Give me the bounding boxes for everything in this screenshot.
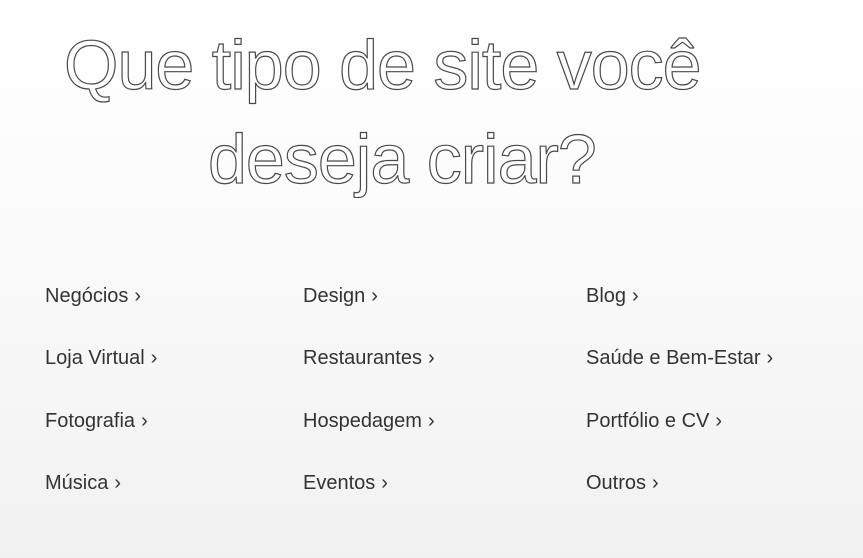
chevron-right-icon: › [766, 347, 774, 369]
category-label: Saúde e Bem-Estar [586, 347, 761, 369]
chevron-right-icon: › [632, 285, 639, 307]
category-link-outros[interactable]: Outros › [586, 472, 659, 495]
category-link-saude-e-bem-estar[interactable]: Saúde e Bem-Estar › [586, 347, 773, 370]
category-label: Portfólio e CV [586, 410, 710, 432]
category-label: Negócios [45, 285, 129, 307]
site-type-menu: Negócios › Design › Blog › Loja Virtual › Re… [0, 0, 863, 558]
category-label: Hospedagem [303, 410, 422, 432]
category-link-loja-virtual[interactable]: Loja Virtual › [45, 347, 157, 370]
category-link-restaurantes[interactable]: Restaurantes › [303, 347, 435, 370]
chevron-right-icon: › [427, 347, 435, 369]
category-label: Música [45, 472, 109, 494]
category-link-portfolio-e-cv[interactable]: Portfólio e CV › [586, 410, 722, 433]
chevron-right-icon: › [652, 472, 659, 494]
chevron-right-icon: › [371, 285, 378, 307]
category-label: Outros [586, 472, 647, 494]
category-label: Loja Virtual [45, 347, 145, 369]
category-link-fotografia[interactable]: Fotografia › [45, 410, 148, 433]
category-link-hospedagem[interactable]: Hospedagem › [303, 410, 435, 433]
category-link-eventos[interactable]: Eventos › [303, 472, 388, 495]
category-label: Design [303, 285, 366, 307]
chevron-right-icon: › [715, 410, 723, 432]
chevron-right-icon: › [427, 410, 435, 432]
chevron-right-icon: › [141, 410, 148, 432]
category-label: Restaurantes [303, 347, 422, 369]
category-link-musica[interactable]: Música › [45, 472, 121, 495]
category-label: Fotografia [45, 410, 136, 432]
category-link-negocios[interactable]: Negócios › [45, 285, 141, 308]
chevron-right-icon: › [134, 285, 142, 307]
chevron-right-icon: › [381, 472, 388, 494]
category-label: Eventos [303, 472, 376, 494]
chevron-right-icon: › [150, 347, 158, 369]
category-link-design[interactable]: Design › [303, 285, 378, 308]
chevron-right-icon: › [114, 472, 122, 494]
category-link-blog[interactable]: Blog › [586, 285, 639, 308]
category-label: Blog [586, 285, 627, 307]
